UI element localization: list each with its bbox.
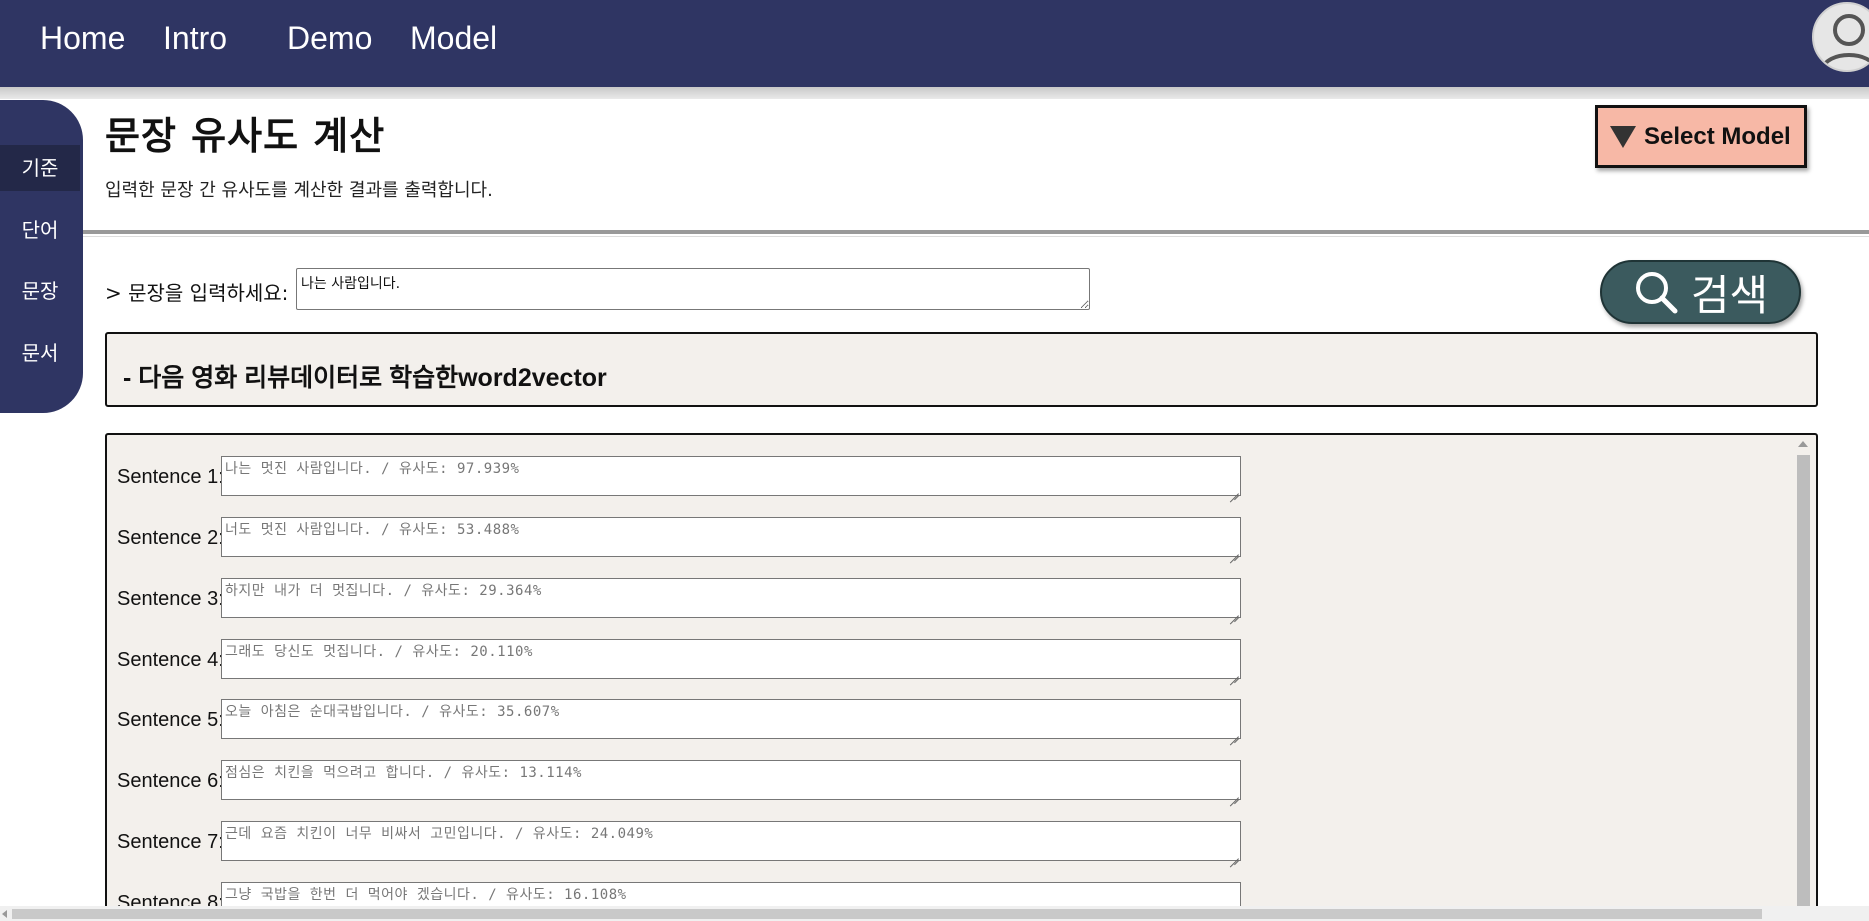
result-text: 오늘 아침은 순대국밥입니다. / 유사도: 35.607% [225,704,560,720]
sidebar-item-word[interactable]: 단어 [0,207,80,253]
result-textbox[interactable]: 나는 멋진 사람입니다. / 유사도: 97.939% [221,456,1241,496]
result-text: 그래도 당신도 멋집니다. / 유사도: 20.110% [225,644,533,660]
result-text: 하지만 내가 더 멋집니다. / 유사도: 29.364% [225,583,542,599]
resize-grip-icon[interactable] [1229,788,1239,798]
result-label: Sentence 5: [117,709,224,731]
resize-grip-icon[interactable] [1229,849,1239,859]
horizontal-scrollbar-thumb[interactable] [12,909,1762,919]
page-description: 입력한 문장 간 유사도를 계산한 결과를 출력합니다. [105,180,493,201]
result-label: Sentence 7: [117,831,224,853]
result-label: Sentence 1: [117,466,224,488]
sentence-input[interactable]: 나는 사람입니다. [296,268,1090,310]
result-label: Sentence 3: [117,588,224,610]
page-horizontal-scrollbar[interactable] [0,906,1869,921]
dropdown-triangle-icon [1610,125,1636,148]
scrollbar-thumb[interactable] [1797,455,1810,919]
result-text: 너도 멋진 사람입니다. / 유사도: 53.488% [225,522,520,538]
sidebar: 기준 단어 문장 문서 [0,100,83,413]
sidebar-item-sentence[interactable]: 문장 [0,268,80,314]
avatar[interactable] [1812,2,1869,72]
sidebar-item-criteria[interactable]: 기준 [0,145,80,191]
nav-intro[interactable]: Intro [163,18,227,58]
resize-grip-icon[interactable] [1229,545,1239,555]
scroll-left-icon[interactable] [2,910,7,918]
resize-grip-icon[interactable] [1229,606,1239,616]
result-textbox[interactable]: 그래도 당신도 멋집니다. / 유사도: 20.110% [221,639,1241,679]
result-label: Sentence 4: [117,649,224,671]
page-title: 문장 유사도 계산 [105,114,386,158]
result-label: Sentence 2: [117,527,224,549]
resize-grip-icon[interactable] [1229,484,1239,494]
nav-home[interactable]: Home [40,18,125,58]
result-label: Sentence 6: [117,770,224,792]
result-textbox[interactable]: 오늘 아침은 순대국밥입니다. / 유사도: 35.607% [221,699,1241,739]
result-textbox[interactable]: 하지만 내가 더 멋집니다. / 유사도: 29.364% [221,578,1241,618]
result-text: 점심은 치킨을 먹으려고 합니다. / 유사도: 13.114% [225,765,582,781]
user-icon [1820,14,1869,70]
nav-shadow [0,87,1869,99]
nav-demo[interactable]: Demo [287,18,372,58]
resize-grip-icon[interactable] [1229,727,1239,737]
search-button[interactable]: 검색 [1600,260,1801,324]
result-textbox[interactable]: 근데 요즘 치킨이 너무 비싸서 고민입니다. / 유사도: 24.049% [221,821,1241,861]
header-divider-light [83,236,1869,237]
search-label: 검색 [1690,270,1769,320]
result-textbox[interactable]: 너도 멋진 사람입니다. / 유사도: 53.488% [221,517,1241,557]
top-nav: Home Intro Demo Model [0,0,1869,87]
scroll-up-icon[interactable] [1798,441,1808,447]
header-divider [83,230,1869,234]
results-scrollbar[interactable] [1797,435,1814,919]
sentence-input-label: > 문장을 입력하세요: [105,281,289,305]
select-model-label: Select Model [1644,122,1791,150]
model-info-box: - 다음 영화 리뷰데이터로 학습한word2vector [105,332,1818,407]
result-textbox[interactable]: 점심은 치킨을 먹으려고 합니다. / 유사도: 13.114% [221,760,1241,800]
model-info-text: - 다음 영화 리뷰데이터로 학습한word2vector [123,364,607,392]
select-model-button[interactable]: Select Model [1595,105,1807,168]
result-text: 나는 멋진 사람입니다. / 유사도: 97.939% [225,461,520,477]
results-panel[interactable]: Sentence 1: 나는 멋진 사람입니다. / 유사도: 97.939% … [105,433,1818,921]
result-text: 그냥 국밥을 한번 더 먹어야 겠습니다. / 유사도: 16.108% [225,887,627,903]
sidebar-item-document[interactable]: 문서 [0,330,80,376]
nav-model[interactable]: Model [410,18,497,58]
search-icon [1635,272,1678,314]
result-text: 근데 요즘 치킨이 너무 비싸서 고민입니다. / 유사도: 24.049% [225,826,654,842]
resize-grip-icon[interactable] [1229,667,1239,677]
